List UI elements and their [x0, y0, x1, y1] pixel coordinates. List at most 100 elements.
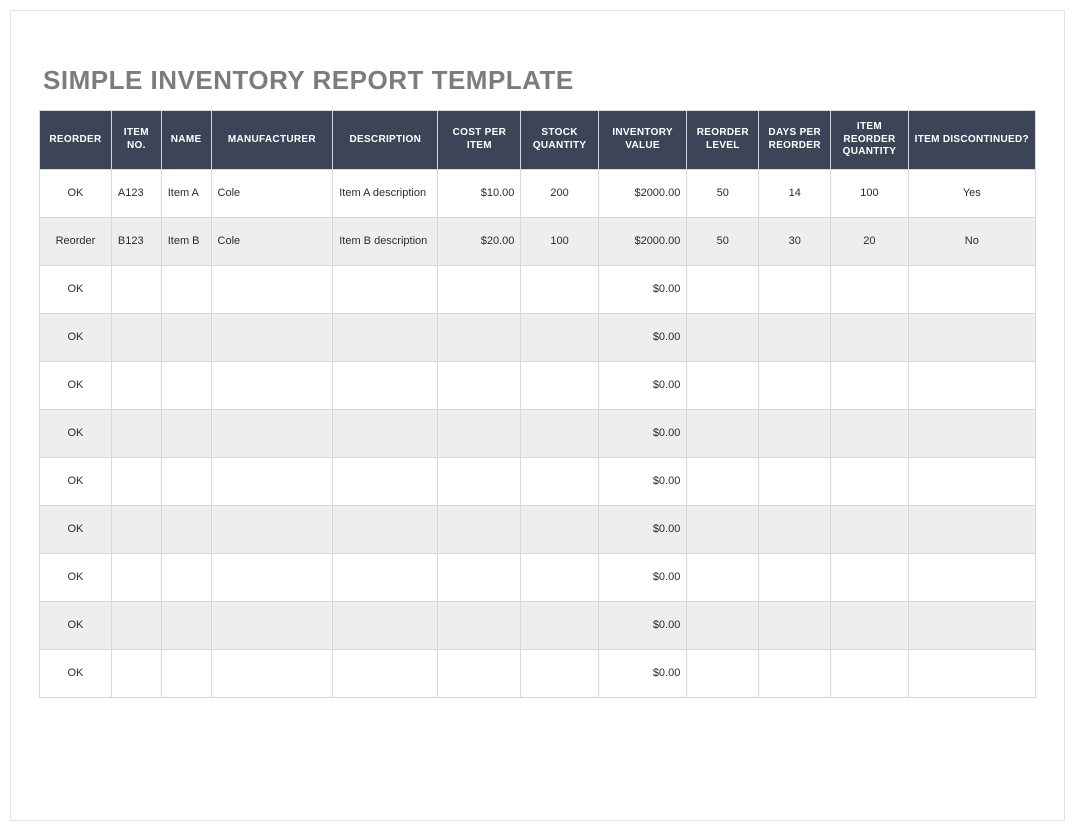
cell-description: [333, 361, 438, 409]
cell-description: [333, 601, 438, 649]
cell-reorder-level: [687, 553, 759, 601]
cell-days: [759, 313, 831, 361]
cell-item-no: [111, 553, 161, 601]
cell-cost: [438, 361, 521, 409]
col-header-description: DESCRIPTION: [333, 111, 438, 170]
cell-discontinued: [908, 553, 1035, 601]
cell-discontinued: [908, 265, 1035, 313]
cell-reorder-qty: [831, 409, 908, 457]
cell-item-no: [111, 409, 161, 457]
cell-days: [759, 553, 831, 601]
cell-discontinued: [908, 313, 1035, 361]
cell-stock: 100: [521, 217, 598, 265]
cell-name: [161, 649, 211, 697]
cell-stock: [521, 361, 598, 409]
cell-discontinued: Yes: [908, 169, 1035, 217]
cell-stock: [521, 601, 598, 649]
cell-inv-value: $0.00: [598, 361, 687, 409]
cell-reorder-level: [687, 313, 759, 361]
cell-cost: [438, 505, 521, 553]
cell-discontinued: [908, 361, 1035, 409]
col-header-reorder: REORDER: [40, 111, 112, 170]
cell-discontinued: [908, 601, 1035, 649]
cell-manufacturer: [211, 361, 333, 409]
cell-item-no: [111, 505, 161, 553]
cell-inv-value: $0.00: [598, 409, 687, 457]
cell-cost: $20.00: [438, 217, 521, 265]
cell-reorder-level: [687, 361, 759, 409]
cell-name: [161, 313, 211, 361]
cell-manufacturer: [211, 313, 333, 361]
cell-days: [759, 265, 831, 313]
cell-inv-value: $0.00: [598, 313, 687, 361]
cell-inv-value: $0.00: [598, 553, 687, 601]
page-title: SIMPLE INVENTORY REPORT TEMPLATE: [43, 65, 1036, 96]
cell-days: [759, 361, 831, 409]
cell-days: [759, 601, 831, 649]
cell-reorder-qty: 20: [831, 217, 908, 265]
col-header-days: DAYS PER REORDER: [759, 111, 831, 170]
cell-reorder-level: [687, 265, 759, 313]
table-row: OK$0.00: [40, 505, 1036, 553]
cell-reorder-qty: [831, 265, 908, 313]
cell-stock: [521, 409, 598, 457]
cell-name: [161, 265, 211, 313]
cell-name: Item A: [161, 169, 211, 217]
table-row: OKA123Item AColeItem A description$10.00…: [40, 169, 1036, 217]
cell-discontinued: [908, 457, 1035, 505]
cell-description: [333, 505, 438, 553]
cell-discontinued: [908, 505, 1035, 553]
table-row: OK$0.00: [40, 457, 1036, 505]
cell-reorder-qty: [831, 457, 908, 505]
cell-inv-value: $2000.00: [598, 169, 687, 217]
cell-discontinued: No: [908, 217, 1035, 265]
cell-reorder: OK: [40, 553, 112, 601]
cell-description: [333, 649, 438, 697]
cell-stock: [521, 457, 598, 505]
cell-cost: [438, 553, 521, 601]
cell-reorder: OK: [40, 409, 112, 457]
cell-description: [333, 265, 438, 313]
cell-reorder: OK: [40, 649, 112, 697]
cell-reorder: OK: [40, 265, 112, 313]
cell-days: [759, 505, 831, 553]
cell-item-no: [111, 601, 161, 649]
table-row: OK$0.00: [40, 265, 1036, 313]
table-header-row: REORDER ITEM NO. NAME MANUFACTURER DESCR…: [40, 111, 1036, 170]
cell-reorder-level: [687, 457, 759, 505]
col-header-manufacturer: MANUFACTURER: [211, 111, 333, 170]
cell-days: 30: [759, 217, 831, 265]
document-sheet: SIMPLE INVENTORY REPORT TEMPLATE REORDER: [10, 10, 1065, 821]
cell-name: [161, 457, 211, 505]
cell-stock: [521, 505, 598, 553]
cell-manufacturer: [211, 553, 333, 601]
cell-manufacturer: [211, 265, 333, 313]
cell-name: [161, 409, 211, 457]
cell-discontinued: [908, 649, 1035, 697]
cell-reorder-level: [687, 505, 759, 553]
cell-reorder-qty: [831, 313, 908, 361]
cell-stock: [521, 265, 598, 313]
cell-reorder: OK: [40, 169, 112, 217]
cell-reorder-qty: [831, 601, 908, 649]
cell-stock: [521, 313, 598, 361]
cell-manufacturer: [211, 649, 333, 697]
cell-reorder-qty: [831, 553, 908, 601]
cell-description: Item A description: [333, 169, 438, 217]
cell-reorder: OK: [40, 505, 112, 553]
cell-cost: [438, 601, 521, 649]
col-header-inv-value: INVENTORY VALUE: [598, 111, 687, 170]
table-row: OK$0.00: [40, 601, 1036, 649]
cell-discontinued: [908, 409, 1035, 457]
cell-stock: [521, 649, 598, 697]
cell-reorder-qty: [831, 649, 908, 697]
cell-name: Item B: [161, 217, 211, 265]
cell-name: [161, 553, 211, 601]
cell-days: [759, 457, 831, 505]
cell-days: 14: [759, 169, 831, 217]
cell-reorder-qty: 100: [831, 169, 908, 217]
table-row: OK$0.00: [40, 361, 1036, 409]
col-header-name: NAME: [161, 111, 211, 170]
col-header-reorder-level: REORDER LEVEL: [687, 111, 759, 170]
cell-inv-value: $0.00: [598, 649, 687, 697]
